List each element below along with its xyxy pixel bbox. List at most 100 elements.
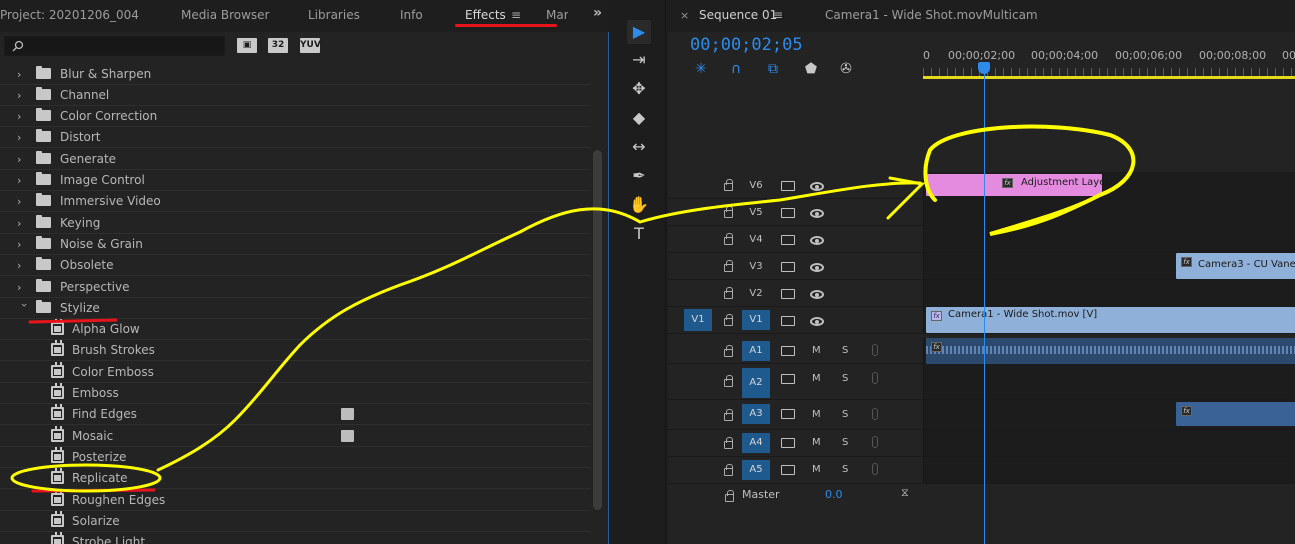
chevron-right-icon[interactable]: › bbox=[17, 110, 27, 123]
track-content[interactable]: fx bbox=[923, 400, 1295, 429]
effect-row-replicate[interactable]: Replicate bbox=[0, 468, 590, 489]
folder-row[interactable]: › Keying bbox=[0, 213, 590, 234]
folder-row[interactable]: › Image Control bbox=[0, 170, 590, 191]
clip-camera3[interactable]: fx Camera3 - CU Vaness bbox=[1176, 253, 1295, 279]
chevron-right-icon[interactable]: › bbox=[17, 68, 27, 81]
sync-lock-icon[interactable] bbox=[781, 181, 795, 191]
lock-icon[interactable] bbox=[724, 287, 733, 299]
track-name[interactable]: V5 bbox=[742, 203, 770, 223]
track-content[interactable] bbox=[923, 226, 1295, 252]
lock-icon[interactable] bbox=[724, 464, 733, 476]
ripple-edit-tool-icon[interactable]: ✥ bbox=[627, 77, 651, 101]
tab-multicam-source[interactable]: Camera1 - Wide Shot.movMulticam bbox=[825, 8, 1038, 22]
chevron-right-icon[interactable]: › bbox=[17, 259, 27, 272]
track-name[interactable]: V4 bbox=[742, 230, 770, 250]
track-name[interactable]: A1 bbox=[742, 341, 770, 361]
effect-row[interactable]: Alpha Glow bbox=[0, 319, 590, 340]
folder-row[interactable]: › Noise & Grain bbox=[0, 234, 590, 255]
hand-tool-icon[interactable]: ✋ bbox=[627, 193, 651, 217]
lock-icon[interactable] bbox=[725, 490, 734, 502]
folder-row-stylize[interactable]: › Stylize bbox=[0, 298, 590, 319]
eye-icon[interactable] bbox=[810, 290, 824, 299]
track-name[interactable]: A2 bbox=[742, 368, 770, 398]
folder-row[interactable]: › Immersive Video bbox=[0, 191, 590, 212]
solo-button[interactable]: S bbox=[842, 464, 848, 475]
sync-lock-icon[interactable] bbox=[781, 262, 795, 272]
mute-button[interactable]: M bbox=[812, 345, 821, 356]
master-end-icon[interactable]: ⧖ bbox=[901, 486, 909, 500]
source-patch-v1[interactable]: V1 bbox=[684, 309, 712, 331]
mute-button[interactable]: M bbox=[812, 464, 821, 475]
clip-audio-a3[interactable]: fx bbox=[1176, 402, 1295, 426]
effect-row[interactable]: Mosaic bbox=[0, 426, 590, 447]
lock-icon[interactable] bbox=[724, 179, 733, 191]
lock-icon[interactable] bbox=[724, 233, 733, 245]
microphone-icon[interactable] bbox=[872, 436, 878, 448]
tab-libraries[interactable]: Libraries bbox=[308, 8, 360, 22]
microphone-icon[interactable] bbox=[872, 344, 878, 356]
track-content[interactable]: fx Adjustment Layer bbox=[923, 172, 1295, 198]
folder-row[interactable]: › Distort bbox=[0, 127, 590, 148]
clip-audio-a1[interactable]: fx bbox=[926, 338, 1295, 364]
panel-menu-icon[interactable]: ≡ bbox=[773, 8, 783, 22]
clip-adjustment-layer[interactable]: fx Adjustment Layer bbox=[926, 174, 1109, 196]
chevron-right-icon[interactable]: › bbox=[17, 195, 27, 208]
tab-media-browser[interactable]: Media Browser bbox=[181, 8, 269, 22]
snap-magnet-icon[interactable]: ∩ bbox=[727, 60, 745, 78]
sync-lock-icon[interactable] bbox=[781, 409, 795, 419]
more-tabs-icon[interactable]: » bbox=[593, 5, 602, 21]
effect-row[interactable]: Emboss bbox=[0, 383, 590, 404]
folder-row[interactable]: › Generate bbox=[0, 149, 590, 170]
yuv-filter-button[interactable]: YUV bbox=[300, 38, 321, 53]
eye-icon[interactable] bbox=[810, 263, 824, 272]
chevron-right-icon[interactable]: › bbox=[17, 217, 27, 230]
lock-icon[interactable] bbox=[724, 375, 733, 387]
scrollbar-thumb[interactable] bbox=[593, 150, 602, 510]
tab-markers[interactable]: Mar bbox=[546, 8, 568, 22]
effect-row[interactable]: Strobe Light bbox=[0, 532, 590, 544]
tab-info[interactable]: Info bbox=[400, 8, 423, 22]
track-content[interactable] bbox=[923, 457, 1295, 483]
eye-icon[interactable] bbox=[810, 182, 824, 191]
tab-project[interactable]: Project: 20201206_004 bbox=[0, 8, 139, 22]
solo-button[interactable]: S bbox=[842, 373, 848, 384]
close-icon[interactable]: × bbox=[680, 9, 689, 22]
track-content[interactable] bbox=[923, 199, 1295, 225]
work-area-bar[interactable] bbox=[923, 76, 1295, 79]
effect-row[interactable]: Posterize bbox=[0, 447, 590, 468]
chevron-right-icon[interactable]: › bbox=[17, 174, 27, 187]
sync-lock-icon[interactable] bbox=[781, 316, 795, 326]
chevron-down-icon[interactable]: › bbox=[18, 303, 31, 313]
microphone-icon[interactable] bbox=[872, 463, 878, 475]
sync-lock-icon[interactable] bbox=[781, 438, 795, 448]
slip-tool-icon[interactable]: ↔ bbox=[627, 135, 651, 159]
effect-row[interactable]: Color Emboss bbox=[0, 362, 590, 383]
pen-tool-icon[interactable]: ✒ bbox=[627, 164, 651, 188]
mute-button[interactable]: M bbox=[812, 437, 821, 448]
selection-tool-icon[interactable]: ▶ bbox=[627, 20, 651, 44]
sync-lock-icon[interactable] bbox=[781, 289, 795, 299]
folder-row[interactable]: › Channel bbox=[0, 85, 590, 106]
track-name[interactable]: V6 bbox=[742, 176, 770, 196]
linked-selection-icon[interactable]: ⧉ bbox=[764, 60, 782, 78]
track-content[interactable] bbox=[923, 280, 1295, 306]
track-content[interactable]: fx bbox=[923, 338, 1295, 364]
solo-button[interactable]: S bbox=[842, 409, 848, 420]
track-content[interactable] bbox=[923, 430, 1295, 456]
mute-button[interactable]: M bbox=[812, 409, 821, 420]
nest-icon[interactable]: ✳ bbox=[692, 60, 710, 78]
effect-row[interactable]: Roughen Edges bbox=[0, 490, 590, 511]
eye-icon[interactable] bbox=[810, 236, 824, 245]
folder-row[interactable]: › Obsolete bbox=[0, 255, 590, 276]
sync-lock-icon[interactable] bbox=[781, 374, 795, 384]
add-marker-icon[interactable]: ⬟ bbox=[802, 60, 820, 78]
effect-row[interactable]: Find Edges bbox=[0, 404, 590, 425]
solo-button[interactable]: S bbox=[842, 345, 848, 356]
sync-lock-icon[interactable] bbox=[781, 346, 795, 356]
track-name[interactable]: A4 bbox=[742, 433, 770, 453]
clip-camera1[interactable]: fx Camera1 - Wide Shot.mov [V] bbox=[926, 307, 1295, 333]
mute-button[interactable]: M bbox=[812, 373, 821, 384]
eye-icon[interactable] bbox=[810, 317, 824, 326]
sync-lock-icon[interactable] bbox=[781, 235, 795, 245]
eye-icon[interactable] bbox=[810, 209, 824, 218]
